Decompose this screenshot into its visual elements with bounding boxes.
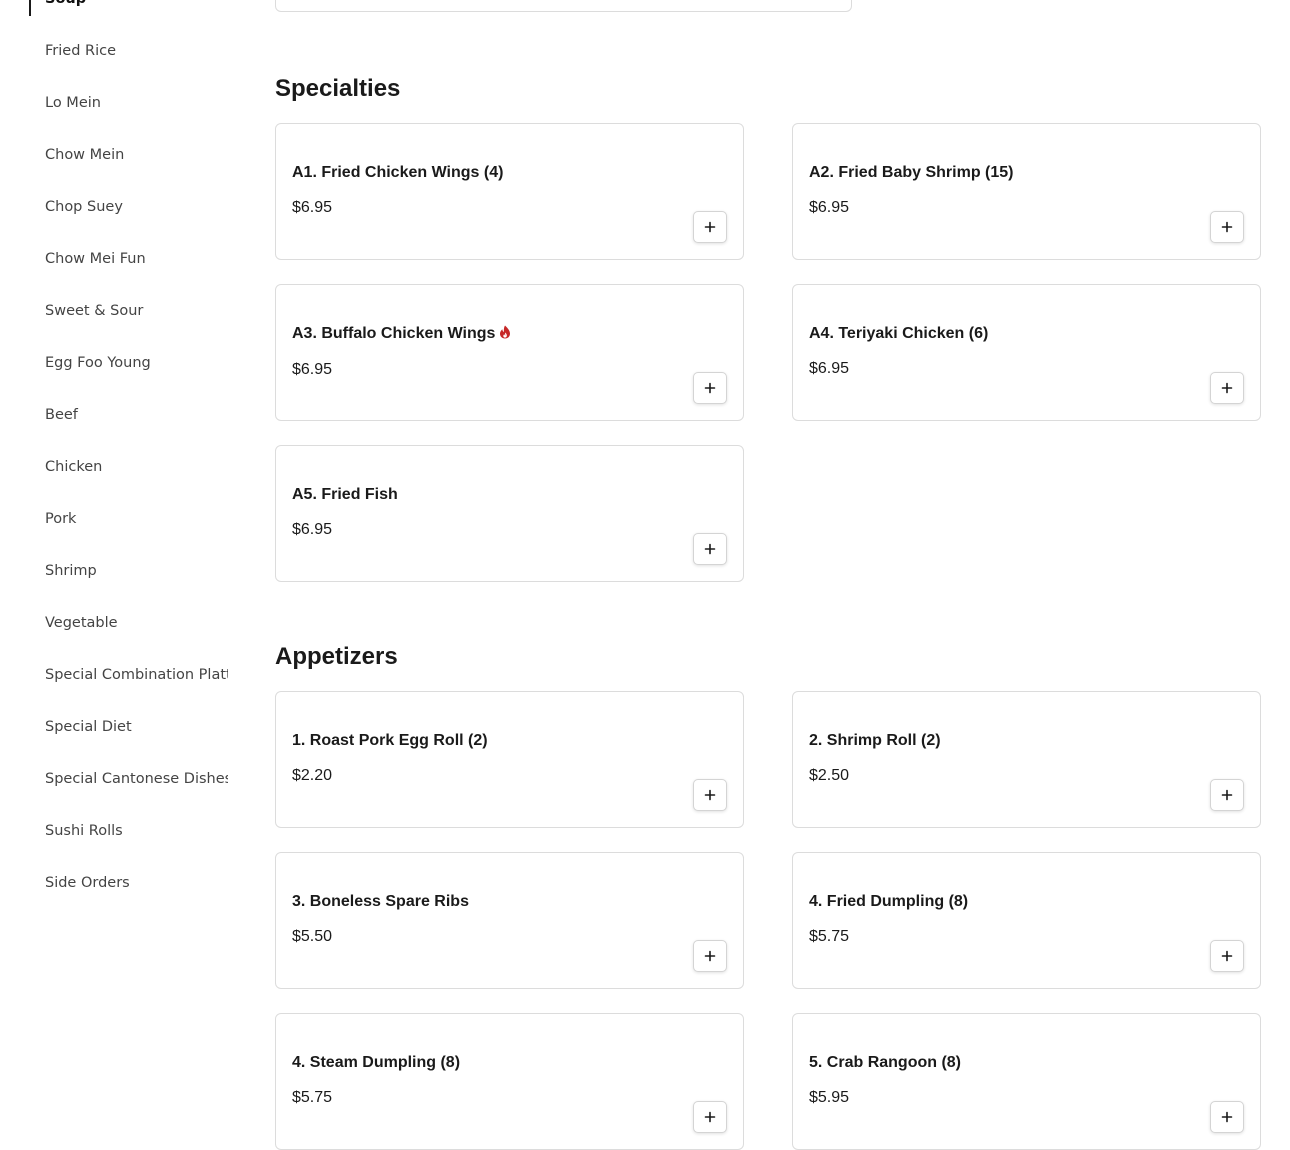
add-item-button[interactable] xyxy=(693,372,727,404)
active-category-indicator xyxy=(29,0,31,16)
menu-item-card[interactable]: 2. Shrimp Roll (2) $2.50 xyxy=(792,691,1261,828)
previous-section-card xyxy=(275,0,852,12)
sidebar-item-shrimp[interactable]: Shrimp xyxy=(45,545,228,597)
plus-icon xyxy=(1221,1111,1233,1123)
plus-icon xyxy=(704,1111,716,1123)
item-name: 4. Fried Dumpling (8) xyxy=(809,893,969,910)
item-name-row: A3. Buffalo Chicken Wings xyxy=(292,325,511,344)
chili-pepper-icon xyxy=(499,325,511,344)
plus-icon xyxy=(1221,382,1233,394)
add-item-button[interactable] xyxy=(693,940,727,972)
add-item-button[interactable] xyxy=(1210,779,1244,811)
item-name: A2. Fried Baby Shrimp (15) xyxy=(809,164,1014,181)
sidebar-item-vegetable[interactable]: Vegetable xyxy=(45,597,228,649)
add-item-button[interactable] xyxy=(1210,211,1244,243)
item-price: $6.95 xyxy=(809,199,850,216)
menu-item-card[interactable]: 4. Fried Dumpling (8) $5.75 xyxy=(792,852,1261,989)
sidebar-item-egg-foo-young[interactable]: Egg Foo Young xyxy=(45,337,228,389)
section-title-specialties: Specialties xyxy=(275,75,401,102)
item-price: $5.95 xyxy=(809,1089,850,1106)
add-item-button[interactable] xyxy=(693,779,727,811)
item-price: $5.75 xyxy=(292,1089,333,1106)
plus-icon xyxy=(1221,221,1233,233)
category-sidebar: Soup Fried Rice Lo Mein Chow Mein Chop S… xyxy=(0,0,245,1132)
add-item-button[interactable] xyxy=(1210,372,1244,404)
plus-icon xyxy=(704,789,716,801)
item-price: $6.95 xyxy=(292,199,333,216)
sidebar-item-sushi-rolls[interactable]: Sushi Rolls xyxy=(45,805,228,857)
plus-icon xyxy=(704,950,716,962)
item-name: 5. Crab Rangoon (8) xyxy=(809,1054,962,1071)
sidebar-item-beef[interactable]: Beef xyxy=(45,389,228,441)
plus-icon xyxy=(704,382,716,394)
item-price: $5.75 xyxy=(809,928,850,945)
add-item-button[interactable] xyxy=(693,533,727,565)
item-name: A5. Fried Fish xyxy=(292,486,398,503)
item-name: A4. Teriyaki Chicken (6) xyxy=(809,325,989,342)
item-name: 4. Steam Dumpling (8) xyxy=(292,1054,461,1071)
item-price: $5.50 xyxy=(292,928,333,945)
menu-content: Specialties A1. Fried Chicken Wings (4) … xyxy=(275,0,1261,1150)
add-item-button[interactable] xyxy=(693,1101,727,1133)
item-name: A3. Buffalo Chicken Wings xyxy=(292,325,496,342)
sidebar-item-chow-mei-fun[interactable]: Chow Mei Fun xyxy=(45,233,228,285)
add-item-button[interactable] xyxy=(1210,1101,1244,1133)
plus-icon xyxy=(704,543,716,555)
menu-item-card[interactable]: 4. Steam Dumpling (8) $5.75 xyxy=(275,1013,744,1150)
sidebar-item-lo-mein[interactable]: Lo Mein xyxy=(45,77,228,129)
sidebar-item-special-combination-platters[interactable]: Special Combination Platters xyxy=(45,649,228,701)
menu-item-card[interactable]: A5. Fried Fish $6.95 xyxy=(275,445,744,582)
menu-item-card[interactable]: 5. Crab Rangoon (8) $5.95 xyxy=(792,1013,1261,1150)
menu-item-card[interactable]: 1. Roast Pork Egg Roll (2) $2.20 xyxy=(275,691,744,828)
item-price: $6.95 xyxy=(809,360,850,377)
item-price: $6.95 xyxy=(292,521,333,538)
sidebar-item-side-orders[interactable]: Side Orders xyxy=(45,857,228,909)
plus-icon xyxy=(704,221,716,233)
section-title-appetizers: Appetizers xyxy=(275,643,398,670)
plus-icon xyxy=(1221,950,1233,962)
menu-item-card[interactable]: A2. Fried Baby Shrimp (15) $6.95 xyxy=(792,123,1261,260)
sidebar-item-special-diet[interactable]: Special Diet xyxy=(45,701,228,753)
sidebar-item-special-cantonese-dishes[interactable]: Special Cantonese Dishes xyxy=(45,753,228,805)
sidebar-item-chicken[interactable]: Chicken xyxy=(45,441,228,493)
sidebar-item-chow-mein[interactable]: Chow Mein xyxy=(45,129,228,181)
item-name: 1. Roast Pork Egg Roll (2) xyxy=(292,732,488,749)
sidebar-item-fried-rice[interactable]: Fried Rice xyxy=(45,25,228,77)
sidebar-item-pork[interactable]: Pork xyxy=(45,493,228,545)
menu-item-card[interactable]: A4. Teriyaki Chicken (6) $6.95 xyxy=(792,284,1261,421)
item-price: $2.20 xyxy=(292,767,333,784)
sidebar-item-chop-suey[interactable]: Chop Suey xyxy=(45,181,228,233)
item-price: $2.50 xyxy=(809,767,850,784)
plus-icon xyxy=(1221,789,1233,801)
item-name: A1. Fried Chicken Wings (4) xyxy=(292,164,504,181)
add-item-button[interactable] xyxy=(1210,940,1244,972)
menu-item-card[interactable]: A1. Fried Chicken Wings (4) $6.95 xyxy=(275,123,744,260)
sidebar-item-soup[interactable]: Soup xyxy=(45,0,228,25)
item-name: 3. Boneless Spare Ribs xyxy=(292,893,469,910)
menu-item-card[interactable]: A3. Buffalo Chicken Wings $6.95 xyxy=(275,284,744,421)
menu-item-card[interactable]: 3. Boneless Spare Ribs $5.50 xyxy=(275,852,744,989)
sidebar-item-sweet-sour[interactable]: Sweet & Sour xyxy=(45,285,228,337)
item-price: $6.95 xyxy=(292,361,333,378)
item-name: 2. Shrimp Roll (2) xyxy=(809,732,941,749)
add-item-button[interactable] xyxy=(693,211,727,243)
